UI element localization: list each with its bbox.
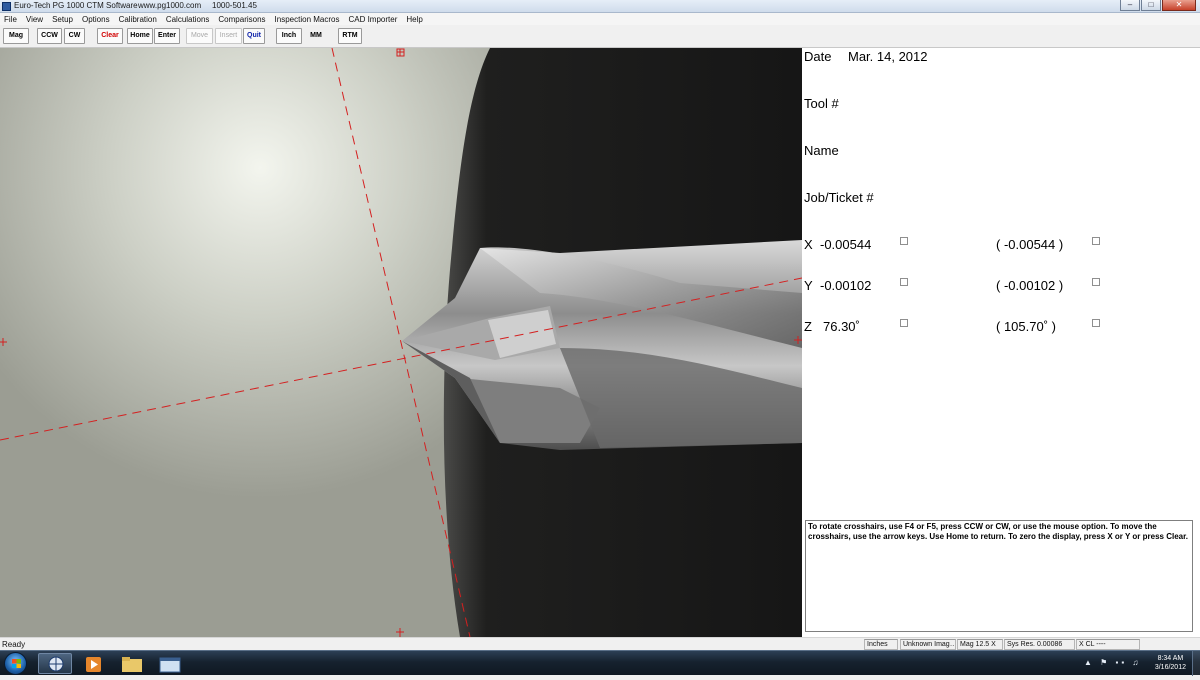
status-mag: Mag 12.5 X	[957, 639, 1003, 650]
z-checkbox[interactable]	[900, 319, 908, 327]
window-website: www.pg1000.com	[138, 1, 202, 10]
taskbar-pg1000-app[interactable]	[38, 653, 72, 674]
date-label: Date	[804, 49, 832, 64]
z-value: 76.30˚	[823, 319, 860, 334]
taskbar-explorer[interactable]	[114, 653, 148, 674]
windows-logo-icon	[12, 659, 21, 668]
folder-icon	[122, 657, 142, 672]
show-desktop-button[interactable]	[1192, 651, 1200, 676]
app-icon	[2, 2, 11, 11]
clear-button[interactable]: Clear	[97, 28, 123, 44]
info-panel: Date Mar. 14, 2012 Tool # Name Job/Ticke…	[802, 48, 1200, 637]
cw-button[interactable]: CW	[64, 28, 85, 44]
rtm-button[interactable]: RTM	[338, 28, 362, 44]
media-player-icon	[86, 657, 101, 672]
job-ticket-label: Job/Ticket #	[804, 190, 874, 205]
x-checkbox[interactable]	[900, 237, 908, 245]
taskbar-media-player[interactable]	[76, 653, 110, 674]
ccw-button[interactable]: CCW	[37, 28, 62, 44]
y-checkbox[interactable]	[900, 278, 908, 286]
mm-button[interactable]: MM	[305, 28, 327, 44]
name-label: Name	[804, 143, 839, 158]
status-ready: Ready	[2, 640, 26, 649]
taskbar: ▲ ⚑ ▪▪ ♫ 8:34 AM 3/16/2012	[0, 650, 1200, 676]
y-alt-value: ( -0.00102 )	[996, 278, 1064, 293]
z-alt-value: ( 105.70˚ )	[996, 319, 1056, 334]
close-button[interactable]: ✕	[1162, 0, 1196, 11]
z-alt-checkbox[interactable]	[1092, 319, 1100, 327]
camera-image[interactable]	[0, 48, 802, 637]
tool-label: Tool #	[804, 96, 839, 111]
menu-view[interactable]: View	[26, 15, 43, 24]
x-alt-value: ( -0.00544 )	[996, 237, 1064, 252]
status-sys-res: Sys Res. 0.00086	[1004, 639, 1075, 650]
status-image: Unknown Imag…	[900, 639, 956, 650]
menu-options[interactable]: Options	[82, 15, 110, 24]
y-alt-checkbox[interactable]	[1092, 278, 1100, 286]
x-alt-checkbox[interactable]	[1092, 237, 1100, 245]
clock-time: 8:34 AM	[1157, 655, 1184, 662]
minimize-button[interactable]: –	[1120, 0, 1140, 11]
x-value: -0.00544	[820, 237, 872, 252]
mag-button[interactable]: Mag	[3, 28, 29, 44]
y-value: -0.00102	[820, 278, 872, 293]
menu-setup[interactable]: Setup	[52, 15, 73, 24]
status-xcl: X CL ----	[1076, 639, 1140, 650]
menu-inspection-macros[interactable]: Inspection Macros	[275, 15, 340, 24]
window-app-icon	[159, 657, 181, 673]
menu-comparisons[interactable]: Comparisons	[218, 15, 265, 24]
taskbar-window-app[interactable]	[152, 653, 186, 674]
move-button[interactable]: Move	[186, 28, 213, 44]
insert-button[interactable]: Insert	[215, 28, 242, 44]
z-label: Z	[804, 319, 812, 334]
menu-calculations[interactable]: Calculations	[166, 15, 210, 24]
x-label: X	[804, 237, 813, 252]
home-button[interactable]: Home	[127, 28, 153, 44]
quit-button[interactable]: Quit	[243, 28, 265, 44]
window-phone: 1000-501.45	[212, 1, 257, 10]
maximize-button[interactable]: □	[1141, 0, 1161, 11]
title-bar: Euro-Tech PG 1000 CTM Software www.pg100…	[0, 0, 1200, 13]
help-text-box: To rotate crosshairs, use F4 or F5, pres…	[805, 520, 1193, 632]
menu-calibration[interactable]: Calibration	[119, 15, 157, 24]
date-value: Mar. 14, 2012	[848, 49, 928, 64]
status-units: Inches	[864, 639, 898, 650]
clock[interactable]: 8:34 AM 3/16/2012	[1155, 654, 1186, 672]
clock-date: 3/16/2012	[1154, 664, 1186, 671]
inch-button[interactable]: Inch	[276, 28, 302, 44]
toolbar: Mag CCW CW Clear Home Enter Move Insert …	[0, 25, 1200, 48]
window-title: Euro-Tech PG 1000 CTM Software	[14, 1, 138, 10]
system-tray: ▲ ⚑ ▪▪ ♫ 8:34 AM 3/16/2012	[1080, 651, 1200, 676]
menu-cad-importer[interactable]: CAD Importer	[348, 15, 397, 24]
y-label: Y	[804, 278, 813, 293]
enter-button[interactable]: Enter	[154, 28, 180, 44]
crosshair-app-icon	[48, 656, 64, 672]
status-bar: Ready Inches Unknown Imag… Mag 12.5 X Sy…	[0, 637, 1200, 650]
menu-help[interactable]: Help	[406, 15, 422, 24]
start-button[interactable]	[4, 652, 27, 675]
tray-icons[interactable]: ▲ ⚑ ▪▪ ♫	[1084, 658, 1141, 667]
menu-bar: File View Setup Options Calibration Calc…	[0, 13, 1200, 25]
camera-view[interactable]	[0, 48, 802, 637]
menu-file[interactable]: File	[4, 15, 17, 24]
